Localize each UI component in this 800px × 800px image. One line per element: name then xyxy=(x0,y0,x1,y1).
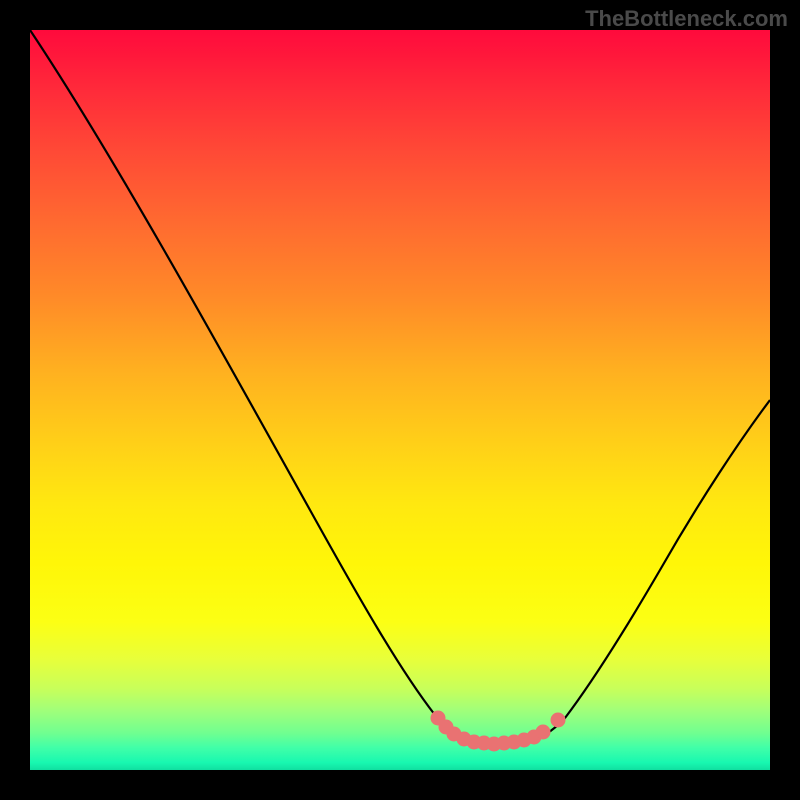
plot-area xyxy=(30,30,770,770)
optimal-zone-marker xyxy=(431,711,565,751)
watermark-text: TheBottleneck.com xyxy=(585,6,788,32)
bottleneck-curve-line xyxy=(30,30,770,744)
curve-svg xyxy=(30,30,770,770)
